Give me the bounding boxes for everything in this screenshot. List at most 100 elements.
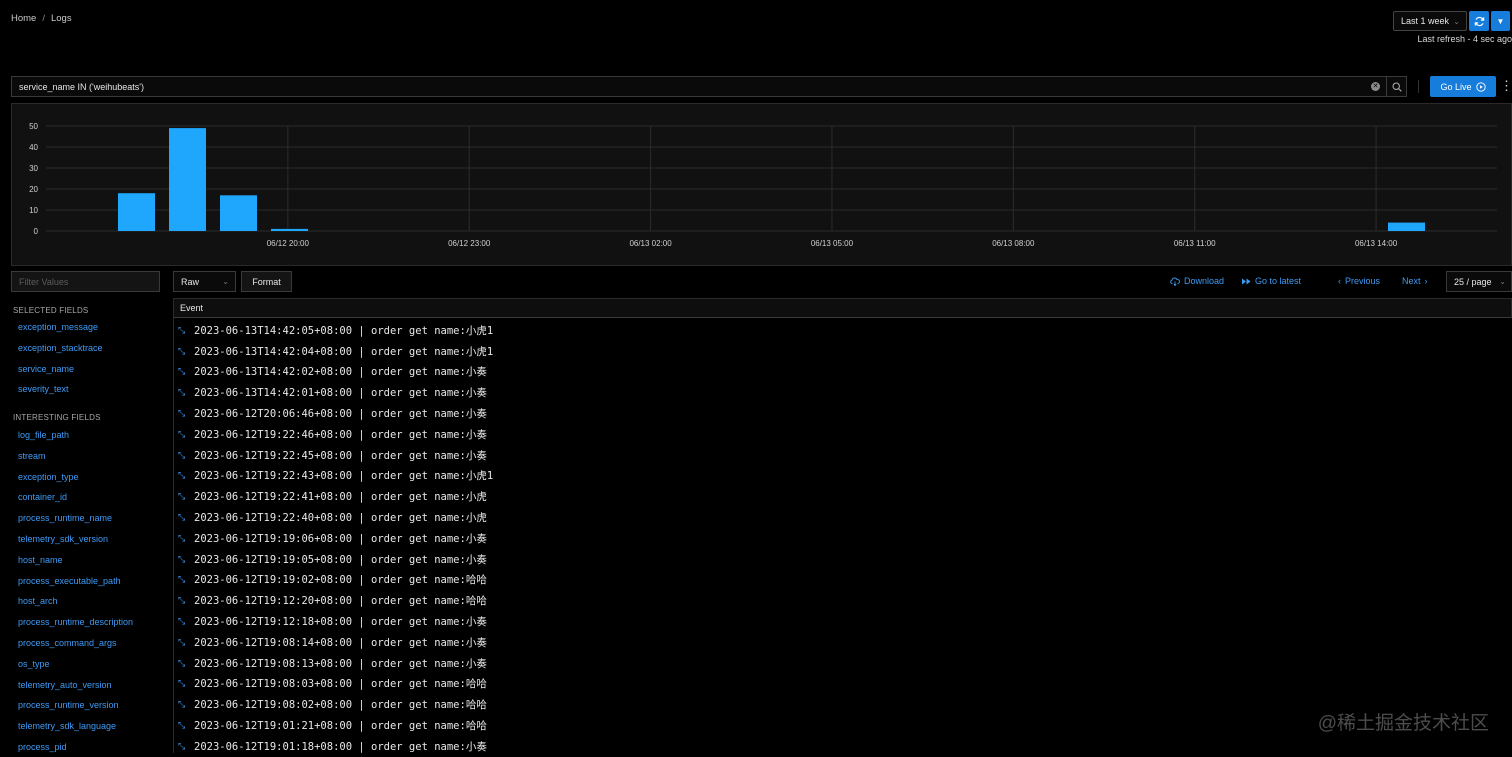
table-row[interactable]: ⤡ 2023-06-12T19:08:14+08:00 | order get n… bbox=[174, 632, 1512, 653]
expand-icon[interactable]: ⤡ bbox=[178, 533, 188, 544]
expand-icon[interactable]: ⤡ bbox=[178, 658, 188, 669]
search-input[interactable]: service_name IN ('weihubeats') bbox=[11, 76, 1387, 97]
table-row[interactable]: ⤡ 2023-06-13T14:42:01+08:00 | order get n… bbox=[174, 382, 1512, 403]
page-size-value: 25 / page bbox=[1454, 276, 1492, 287]
interesting-field-item[interactable]: container_id bbox=[18, 492, 67, 502]
go-to-latest-button[interactable]: Go to latest bbox=[1242, 276, 1301, 286]
table-row[interactable]: ⤡ 2023-06-13T14:42:02+08:00 | order get n… bbox=[174, 362, 1512, 383]
table-row[interactable]: ⤡ 2023-06-12T19:08:03+08:00 | order get n… bbox=[174, 674, 1512, 695]
table-row[interactable]: ⤡ 2023-06-12T19:08:02+08:00 | order get n… bbox=[174, 694, 1512, 715]
table-row[interactable]: ⤡ 2023-06-12T19:01:18+08:00 | order get n… bbox=[174, 736, 1512, 757]
table-row[interactable]: ⤡ 2023-06-12T19:22:46+08:00 | order get n… bbox=[174, 424, 1512, 445]
chevron-right-icon: › bbox=[1424, 276, 1428, 286]
expand-icon[interactable]: ⤡ bbox=[178, 678, 188, 689]
table-row[interactable]: ⤡ 2023-06-12T19:19:05+08:00 | order get n… bbox=[174, 549, 1512, 570]
expand-icon[interactable]: ⤡ bbox=[178, 387, 188, 398]
next-page-button[interactable]: Next › bbox=[1402, 276, 1428, 286]
interesting-field-item[interactable]: telemetry_sdk_version bbox=[18, 534, 108, 544]
more-options-icon[interactable]: ⋮ bbox=[1500, 78, 1512, 96]
log-event-text: 2023-06-12T19:08:14+08:00 | order get na… bbox=[194, 636, 487, 649]
interesting-field-item[interactable]: process_command_args bbox=[18, 638, 117, 648]
expand-icon[interactable]: ⤡ bbox=[178, 616, 188, 627]
expand-icon[interactable]: ⤡ bbox=[178, 325, 188, 336]
interesting-field-item[interactable]: process_executable_path bbox=[18, 576, 121, 586]
breadcrumb: Home / Logs bbox=[11, 13, 72, 24]
breadcrumb-home[interactable]: Home bbox=[11, 13, 36, 24]
expand-icon[interactable]: ⤡ bbox=[178, 366, 188, 377]
expand-icon[interactable]: ⤡ bbox=[178, 637, 188, 648]
clear-icon[interactable]: ✕ bbox=[1371, 82, 1380, 91]
log-event-text: 2023-06-12T19:01:18+08:00 | order get na… bbox=[194, 740, 487, 753]
interesting-field-item[interactable]: process_runtime_name bbox=[18, 513, 112, 523]
expand-icon[interactable]: ⤡ bbox=[178, 429, 188, 440]
expand-icon[interactable]: ⤡ bbox=[178, 741, 188, 752]
interesting-field-item[interactable]: exception_type bbox=[18, 472, 79, 482]
interesting-field-item[interactable]: process_runtime_description bbox=[18, 617, 133, 627]
table-row[interactable]: ⤡ 2023-06-12T19:19:06+08:00 | order get n… bbox=[174, 528, 1512, 549]
histogram-bar[interactable] bbox=[1388, 222, 1425, 231]
format-button[interactable]: Format bbox=[241, 271, 292, 292]
expand-icon[interactable]: ⤡ bbox=[178, 450, 188, 461]
breadcrumb-current: Logs bbox=[50, 13, 72, 24]
expand-icon[interactable]: ⤡ bbox=[178, 491, 188, 502]
table-row[interactable]: ⤡ 2023-06-12T19:12:18+08:00 | order get n… bbox=[174, 611, 1512, 632]
download-button[interactable]: Download bbox=[1170, 276, 1224, 286]
expand-icon[interactable]: ⤡ bbox=[178, 554, 188, 565]
interesting-field-item[interactable]: log_file_path bbox=[18, 430, 69, 440]
interesting-field-item[interactable]: telemetry_auto_version bbox=[18, 680, 112, 690]
expand-icon[interactable]: ⤡ bbox=[178, 699, 188, 710]
table-row[interactable]: ⤡ 2023-06-12T19:22:40+08:00 | order get n… bbox=[174, 507, 1512, 528]
refresh-interval-dropdown[interactable]: ▼ bbox=[1491, 11, 1510, 31]
histogram-bar[interactable] bbox=[118, 193, 155, 231]
y-tick-label: 30 bbox=[29, 164, 38, 173]
expand-icon[interactable]: ⤡ bbox=[178, 512, 188, 523]
x-tick-label: 06/13 11:00 bbox=[1174, 239, 1216, 248]
interesting-field-item[interactable]: os_type bbox=[18, 659, 50, 669]
chart-svg: 50 40 30 20 10 0 06/12 20:00 06/12 23:00 06/13 0… bbox=[29, 122, 1497, 248]
expand-icon[interactable]: ⤡ bbox=[178, 470, 188, 481]
expand-icon[interactable]: ⤡ bbox=[178, 574, 188, 585]
log-event-text: 2023-06-12T19:22:41+08:00 | order get na… bbox=[194, 491, 487, 504]
selected-field-item[interactable]: severity_text bbox=[18, 384, 69, 394]
expand-icon[interactable]: ⤡ bbox=[178, 720, 188, 731]
interesting-field-item[interactable]: host_name bbox=[18, 555, 63, 565]
table-row[interactable]: ⤡ 2023-06-13T14:42:05+08:00 | order get n… bbox=[174, 320, 1512, 341]
x-tick-label: 06/13 02:00 bbox=[629, 239, 672, 248]
expand-icon[interactable]: ⤡ bbox=[178, 595, 188, 606]
table-row[interactable]: ⤡ 2023-06-12T19:22:45+08:00 | order get n… bbox=[174, 445, 1512, 466]
log-event-text: 2023-06-12T19:08:13+08:00 | order get na… bbox=[194, 657, 487, 670]
table-row[interactable]: ⤡ 2023-06-13T14:42:04+08:00 | order get n… bbox=[174, 341, 1512, 362]
histogram-bar[interactable] bbox=[169, 128, 206, 231]
filter-values-input[interactable] bbox=[11, 271, 160, 292]
previous-page-button[interactable]: ‹ Previous bbox=[1338, 276, 1380, 286]
interesting-field-item[interactable]: host_arch bbox=[18, 596, 58, 606]
refresh-button[interactable] bbox=[1469, 11, 1489, 31]
y-tick-label: 40 bbox=[29, 143, 38, 152]
selected-field-item[interactable]: exception_stacktrace bbox=[18, 343, 103, 353]
histogram-bar[interactable] bbox=[220, 195, 257, 231]
interesting-field-item[interactable]: process_runtime_version bbox=[18, 700, 119, 710]
table-row[interactable]: ⤡ 2023-06-12T19:08:13+08:00 | order get n… bbox=[174, 653, 1512, 674]
table-row[interactable]: ⤡ 2023-06-12T19:22:41+08:00 | order get n… bbox=[174, 486, 1512, 507]
interesting-field-item[interactable]: stream bbox=[18, 451, 46, 461]
search-button[interactable] bbox=[1386, 76, 1407, 97]
table-row[interactable]: ⤡ 2023-06-12T19:01:21+08:00 | order get n… bbox=[174, 715, 1512, 736]
table-row[interactable]: ⤡ 2023-06-12T20:06:46+08:00 | order get n… bbox=[174, 403, 1512, 424]
interesting-field-item[interactable]: telemetry_sdk_language bbox=[18, 721, 116, 731]
selected-field-item[interactable]: service_name bbox=[18, 364, 74, 374]
selected-field-item[interactable]: exception_message bbox=[18, 322, 98, 332]
expand-icon[interactable]: ⤡ bbox=[178, 408, 188, 419]
table-row[interactable]: ⤡ 2023-06-12T19:19:02+08:00 | order get n… bbox=[174, 570, 1512, 591]
page-size-select[interactable]: 25 / page ⌄ bbox=[1446, 271, 1512, 292]
log-event-text: 2023-06-13T14:42:04+08:00 | order get na… bbox=[194, 345, 494, 358]
view-mode-select[interactable]: Raw ⌄ bbox=[173, 271, 236, 292]
log-event-text: 2023-06-12T19:22:40+08:00 | order get na… bbox=[194, 512, 487, 525]
last-refresh-text: Last refresh - 4 sec ago bbox=[1417, 34, 1512, 44]
table-row[interactable]: ⤡ 2023-06-12T19:12:20+08:00 | order get n… bbox=[174, 590, 1512, 611]
histogram-bar[interactable] bbox=[271, 228, 308, 231]
interesting-field-item[interactable]: process_pid bbox=[18, 742, 67, 752]
time-range-select[interactable]: Last 1 week ⌄ bbox=[1393, 11, 1467, 31]
go-live-button[interactable]: Go Live bbox=[1430, 76, 1496, 97]
expand-icon[interactable]: ⤡ bbox=[178, 346, 188, 357]
table-row[interactable]: ⤡ 2023-06-12T19:22:43+08:00 | order get n… bbox=[174, 466, 1512, 487]
